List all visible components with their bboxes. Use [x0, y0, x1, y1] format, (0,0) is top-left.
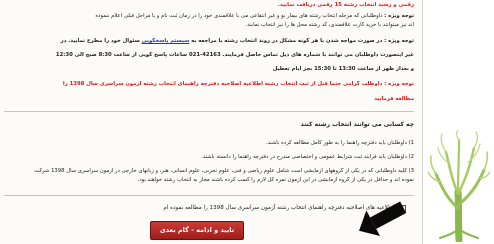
notice-3: توجه ویژه : داوطلب گرامی حتما قبل از ثبت…: [4, 81, 414, 88]
arrow-right-icon: [359, 201, 407, 236]
step-2: 2) داوطلبان باید فرایند ثبت شرایط عمومی …: [201, 154, 414, 160]
notice-1: توجه ویژه : داوطلبانی که مرحله انتخاب رش…: [4, 13, 414, 20]
notice-3-text: داوطلب گرامی حتما قبل از ثبت انتخاب رشته…: [62, 81, 385, 87]
step-1: 1) داوطلبان باید دفترچه راهنما را به طور…: [265, 140, 414, 146]
step-3-continued: نموده اند و حداقل در یکی از گروه آزمایشی…: [137, 177, 414, 183]
notice-2-continued: غیر اینصورت داوطلبان می توانند با شماره …: [55, 52, 414, 58]
notice-2-tail: سئوال خود را مطرح نمایید. در: [60, 38, 142, 44]
section-divider: [4, 111, 414, 112]
acknowledge-row: ✓ اطلاعیه های اصلاحیه دفترچه راهنمای انت…: [4, 205, 414, 214]
section-divider-2: [4, 195, 414, 196]
section-heading: چه کسانی می توانند انتخاب رشته کنند: [300, 121, 414, 128]
notice-2-hours: و بعداز ظهر از ساعت 13:30 تا 15:30 بجز ا…: [272, 66, 414, 72]
step-3: 3) کلیه داوطلبانی که در یکی از گروههای آ…: [34, 168, 414, 174]
notice-1-continued: اند نیز میتوانند با خرید کارت علاقمندی، …: [245, 22, 414, 28]
support-system-link[interactable]: سیستم پاسخگویی: [142, 38, 190, 44]
tree-logo-icon: [428, 130, 490, 242]
main-panel: رقمی و رسید انتخاب رشته 15 رقمی دریافت ن…: [0, 0, 423, 244]
notice-3-label: توجه ویژه :: [384, 81, 414, 87]
notice-line-1: رقمی و رسید انتخاب رشته 15 رقمی دریافت ن…: [277, 2, 414, 8]
confirm-continue-button[interactable]: تایید و ادامه - گام بعدی: [150, 221, 244, 240]
notice-2-label: توجه ویژه :: [384, 38, 414, 44]
notice-3-continued: مطالعه فرمایید: [374, 96, 414, 102]
notice-1-text: داوطلبانی که مرحله انتخاب رشته های بیمار…: [95, 13, 385, 19]
notice-2: توجه ویژه : در صورت مواجه شدن با هر گونه…: [4, 38, 414, 45]
notice-1-label: توجه ویژه :: [384, 13, 414, 19]
notice-2-text: در صورت مواجه شدن با هر گونه مشکل در رون…: [189, 38, 385, 44]
